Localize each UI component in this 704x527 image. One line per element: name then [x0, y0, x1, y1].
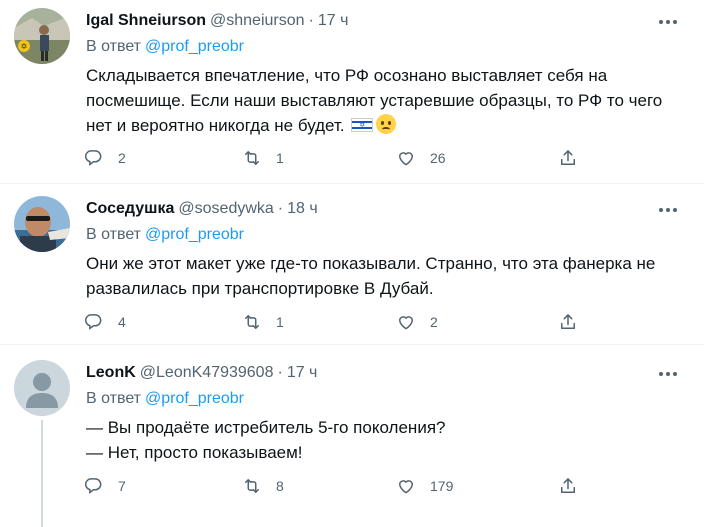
display-name[interactable]: Igal Shneiurson: [86, 12, 206, 29]
avatar[interactable]: ✡: [14, 8, 70, 64]
share-button[interactable]: [558, 146, 578, 170]
flag-israel-icon: ✡: [351, 118, 374, 132]
svg-text:✡: ✡: [21, 42, 28, 51]
avatar-image: [14, 196, 70, 252]
heart-icon: [399, 152, 413, 166]
reply-icon: [84, 314, 102, 330]
user-handle[interactable]: @LeonK47939608: [140, 364, 274, 381]
reply-to-link[interactable]: @prof_preobr: [145, 38, 244, 55]
user-handle[interactable]: @sosedywka: [178, 200, 273, 217]
retweet-icon: [245, 479, 259, 493]
tweet-actions: 2 1 26: [84, 146, 594, 170]
reply-count: 7: [118, 478, 126, 494]
default-avatar-icon: [14, 360, 70, 416]
more-options-icon[interactable]: [654, 198, 682, 222]
timestamp[interactable]: 17 ч: [287, 364, 318, 381]
retweet-count: 1: [276, 150, 284, 166]
tweet-header: Igal Shneiurson @shneiurson · 17 ч: [86, 11, 348, 31]
reply-count: 4: [118, 314, 126, 330]
tweet-text-line: нет и вероятно никогда не будет. ✡: [86, 113, 676, 138]
retweet-icon: [245, 315, 259, 329]
reply-to-link[interactable]: @prof_preobr: [145, 390, 244, 407]
tweet[interactable]: ✡ Igal Shneiurson @shneiurson · 17 ч В отве…: [0, 0, 704, 183]
reply-button[interactable]: 2: [84, 146, 126, 170]
woozy-face-icon: [376, 114, 397, 134]
retweet-count: 8: [276, 478, 284, 494]
display-name[interactable]: Соседушка: [86, 200, 174, 217]
separator-dot: ·: [277, 200, 284, 217]
tweet-text: Складывается впечатление, что РФ осознан…: [86, 63, 676, 138]
tweet-header: Соседушка @sosedywka · 18 ч: [86, 199, 318, 219]
divider: [0, 183, 704, 184]
tweet-header: LeonK @LeonK47939608 · 17 ч: [86, 363, 317, 383]
share-icon: [561, 314, 575, 329]
avatar-image: ✡: [14, 8, 70, 64]
retweet-count: 1: [276, 314, 284, 330]
tweet-text-line: развалилась при транспортировке В Дубай.: [86, 279, 434, 298]
tweet-actions: 4 1 2: [84, 310, 594, 334]
reply-icon: [84, 150, 102, 166]
share-icon: [561, 478, 575, 493]
share-button[interactable]: [558, 310, 578, 334]
retweet-icon: [245, 151, 259, 165]
heart-icon: [399, 480, 413, 494]
reply-context: В ответ @prof_preobr: [86, 225, 244, 245]
divider: [0, 344, 704, 345]
like-count: 179: [430, 478, 454, 494]
display-name[interactable]: LeonK: [86, 364, 136, 381]
reply-count: 2: [118, 150, 126, 166]
reply-prefix: В ответ: [86, 226, 142, 243]
retweet-button[interactable]: 8: [242, 474, 284, 498]
separator-dot: ·: [277, 364, 283, 381]
reply-button[interactable]: 4: [84, 310, 126, 334]
retweet-button[interactable]: 1: [242, 146, 284, 170]
tweet-text: — Вы продаёте истребитель 5-го поколения…: [86, 415, 676, 465]
more-options-icon[interactable]: [654, 10, 682, 34]
tweet-actions: 7 8 179: [84, 474, 594, 498]
avatar[interactable]: [14, 360, 70, 416]
tweet-text: Они же этот макет уже где-то показывали.…: [86, 251, 676, 301]
more-options-icon[interactable]: [654, 362, 682, 386]
reply-prefix: В ответ: [86, 38, 142, 55]
tweet-text-line: — Нет, просто показываем!: [86, 443, 303, 462]
like-count: 26: [430, 150, 446, 166]
timestamp[interactable]: 17 ч: [318, 12, 349, 29]
like-button[interactable]: 179: [396, 474, 453, 498]
tweet-text-line: посмешище. Если наши выставляют устаревш…: [86, 91, 663, 110]
share-icon: [561, 150, 575, 165]
thread-line: [41, 420, 43, 527]
reply-context: В ответ @prof_preobr: [86, 389, 244, 409]
retweet-button[interactable]: 1: [242, 310, 284, 334]
tweet[interactable]: LeonK @LeonK47939608 · 17 ч В ответ @prof_pr…: [0, 352, 704, 527]
reply-to-link[interactable]: @prof_preobr: [145, 226, 244, 243]
timestamp[interactable]: 18 ч: [287, 200, 318, 217]
tweet-text-line: Складывается впечатление, что РФ осознан…: [86, 66, 608, 85]
like-button[interactable]: 2: [396, 310, 438, 334]
separator-dot: ·: [308, 12, 314, 29]
reply-context: В ответ @prof_preobr: [86, 37, 244, 57]
tweet-text-line: — Вы продаёте истребитель 5-го поколения…: [86, 418, 446, 437]
user-handle[interactable]: @shneiurson: [210, 12, 305, 29]
heart-icon: [399, 316, 413, 330]
like-button[interactable]: 26: [396, 146, 446, 170]
tweet[interactable]: Соседушка @sosedywka · 18 ч В ответ @prof_pr…: [0, 188, 704, 344]
like-count: 2: [430, 314, 438, 330]
reply-prefix: В ответ: [86, 390, 142, 407]
reply-icon: [84, 478, 102, 494]
tweet-text-line: Они же этот макет уже где-то показывали.…: [86, 254, 656, 273]
avatar[interactable]: [14, 196, 70, 252]
share-button[interactable]: [558, 474, 578, 498]
reply-button[interactable]: 7: [84, 474, 126, 498]
